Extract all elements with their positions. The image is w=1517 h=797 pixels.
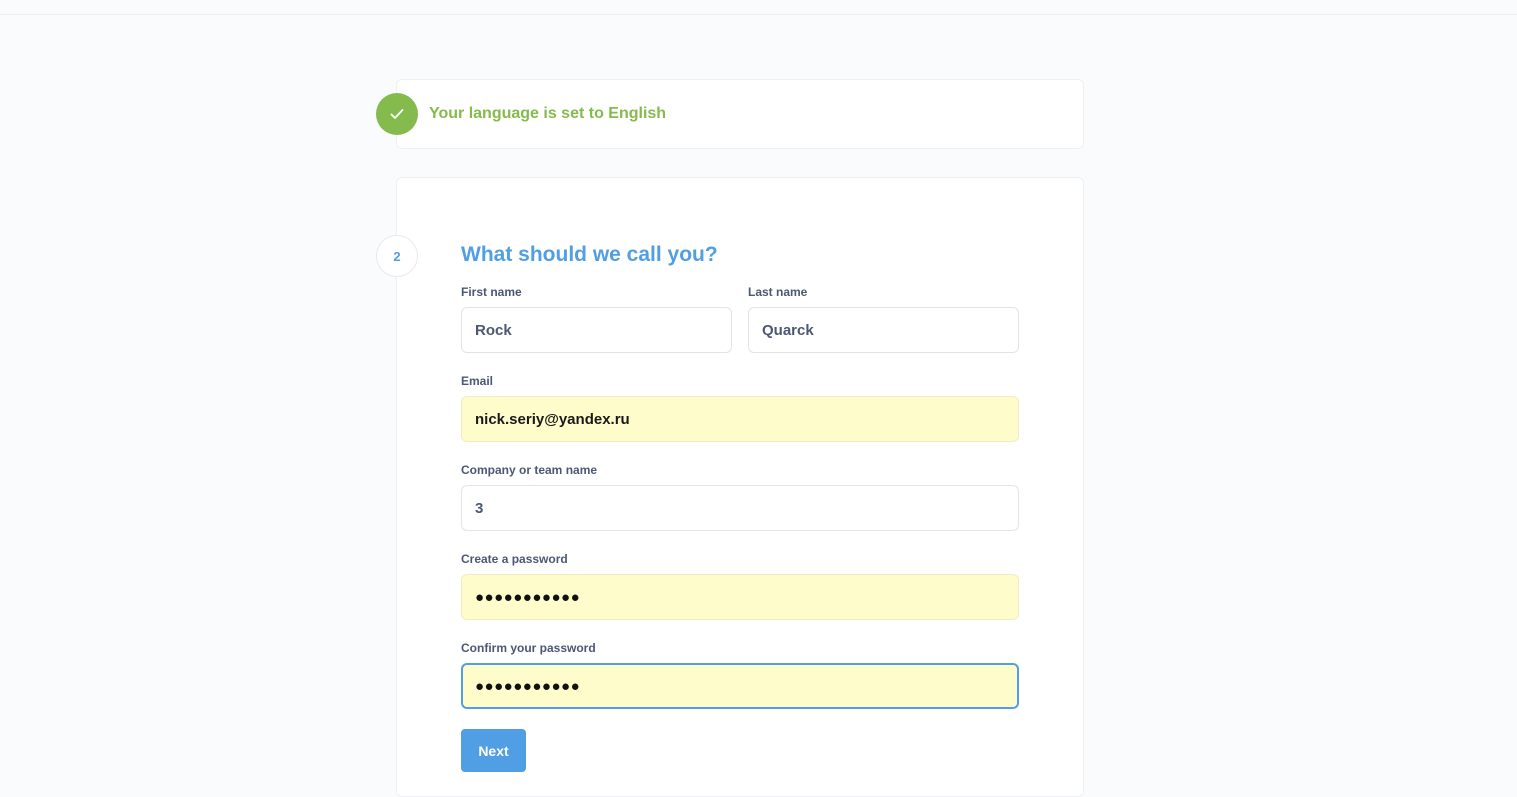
- last-name-input[interactable]: Quarck: [748, 307, 1019, 353]
- step-complete-badge: [376, 93, 418, 135]
- email-label: Email: [461, 374, 494, 388]
- step-number-badge: 2: [376, 235, 418, 277]
- email-input[interactable]: nick.seriy@yandex.ru: [461, 396, 1019, 442]
- language-status-text: Your language is set to English: [429, 105, 667, 122]
- confirm-password-label: Confirm your password: [461, 641, 596, 655]
- password-label: Create a password: [461, 552, 568, 566]
- step-title: What should we call you?: [461, 243, 718, 266]
- company-value: 3: [475, 499, 484, 517]
- confirm-password-value: ●●●●●●●●●●●: [475, 677, 581, 695]
- checkmark-icon: [390, 109, 404, 119]
- confirm-password-input[interactable]: ●●●●●●●●●●●: [461, 663, 1019, 709]
- last-name-label: Last name: [748, 285, 808, 299]
- company-input[interactable]: 3: [461, 485, 1019, 531]
- next-button[interactable]: Next: [461, 729, 526, 772]
- first-name-label: First name: [461, 285, 522, 299]
- first-name-input[interactable]: Rock: [461, 307, 732, 353]
- last-name-value: Quarck: [762, 321, 814, 339]
- password-value: ●●●●●●●●●●●: [475, 588, 581, 606]
- company-label: Company or team name: [461, 463, 598, 477]
- email-value: nick.seriy@yandex.ru: [475, 410, 630, 428]
- first-name-value: Rock: [475, 321, 512, 339]
- password-input[interactable]: ●●●●●●●●●●●: [461, 574, 1019, 620]
- top-bar: [0, 0, 1517, 15]
